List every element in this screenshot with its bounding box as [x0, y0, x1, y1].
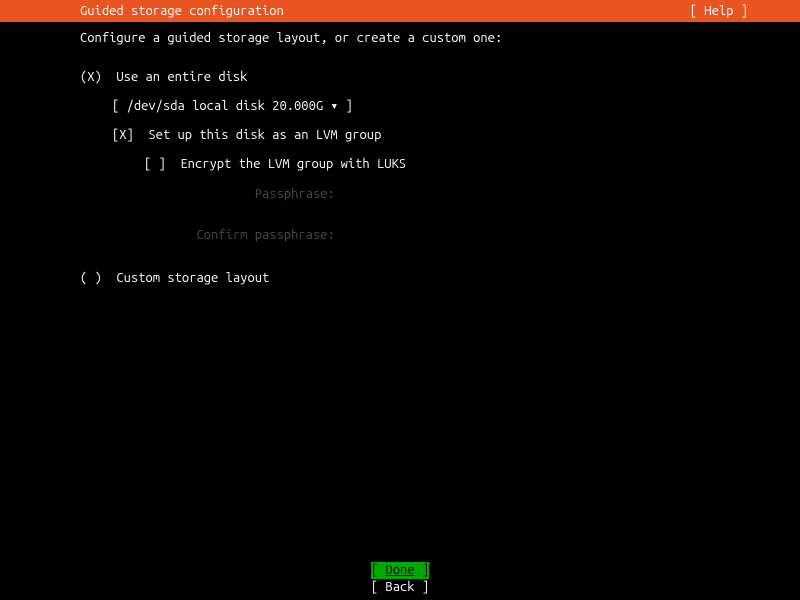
footer: [ Done ] [ Back ] [0, 562, 800, 596]
entire-disk-label: Use an entire disk [116, 70, 247, 84]
lvm-checkbox[interactable]: [X] [112, 128, 134, 142]
lvm-option[interactable]: [X] Set up this disk as an LVM group [80, 127, 800, 144]
confirm-passphrase-label: Confirm passphrase: [196, 228, 334, 242]
back-label: Back [385, 580, 414, 594]
page-title: Guided storage configuration [0, 3, 284, 20]
luks-checkbox[interactable]: [ ] [144, 157, 166, 171]
bracket-close: ] [346, 99, 353, 113]
back-button[interactable]: [ Back ] [371, 579, 429, 596]
confirm-passphrase-row: Confirm passphrase: [80, 227, 800, 244]
main-content: Configure a guided storage layout, or cr… [0, 22, 800, 287]
passphrase-label: Passphrase: [255, 187, 335, 201]
luks-label: Encrypt the LVM group with LUKS [180, 157, 406, 171]
disk-selector-value: /dev/sda local disk 20.000G [127, 99, 324, 113]
lvm-label: Set up this disk as an LVM group [148, 128, 381, 142]
chevron-down-icon: ▾ [323, 99, 345, 113]
title-bar: Guided storage configuration [ Help ] [0, 0, 800, 22]
done-label: Done [385, 563, 414, 577]
custom-layout-option[interactable]: ( ) Custom storage layout [80, 270, 800, 287]
luks-option[interactable]: [ ] Encrypt the LVM group with LUKS [80, 156, 800, 173]
entire-disk-option[interactable]: (X) Use an entire disk [80, 69, 800, 86]
custom-layout-radio[interactable]: ( ) [80, 271, 102, 285]
done-button[interactable]: [ Done ] [371, 562, 429, 579]
intro-text: Configure a guided storage layout, or cr… [80, 30, 800, 47]
disk-selector-row: [ /dev/sda local disk 20.000G ▾ ] [80, 98, 800, 115]
bracket-open: [ [112, 99, 127, 113]
entire-disk-radio[interactable]: (X) [80, 70, 102, 84]
custom-layout-label: Custom storage layout [116, 271, 269, 285]
help-button[interactable]: [ Help ] [690, 3, 800, 20]
disk-selector[interactable]: [ /dev/sda local disk 20.000G ▾ ] [112, 99, 353, 113]
passphrase-row: Passphrase: [80, 186, 800, 203]
